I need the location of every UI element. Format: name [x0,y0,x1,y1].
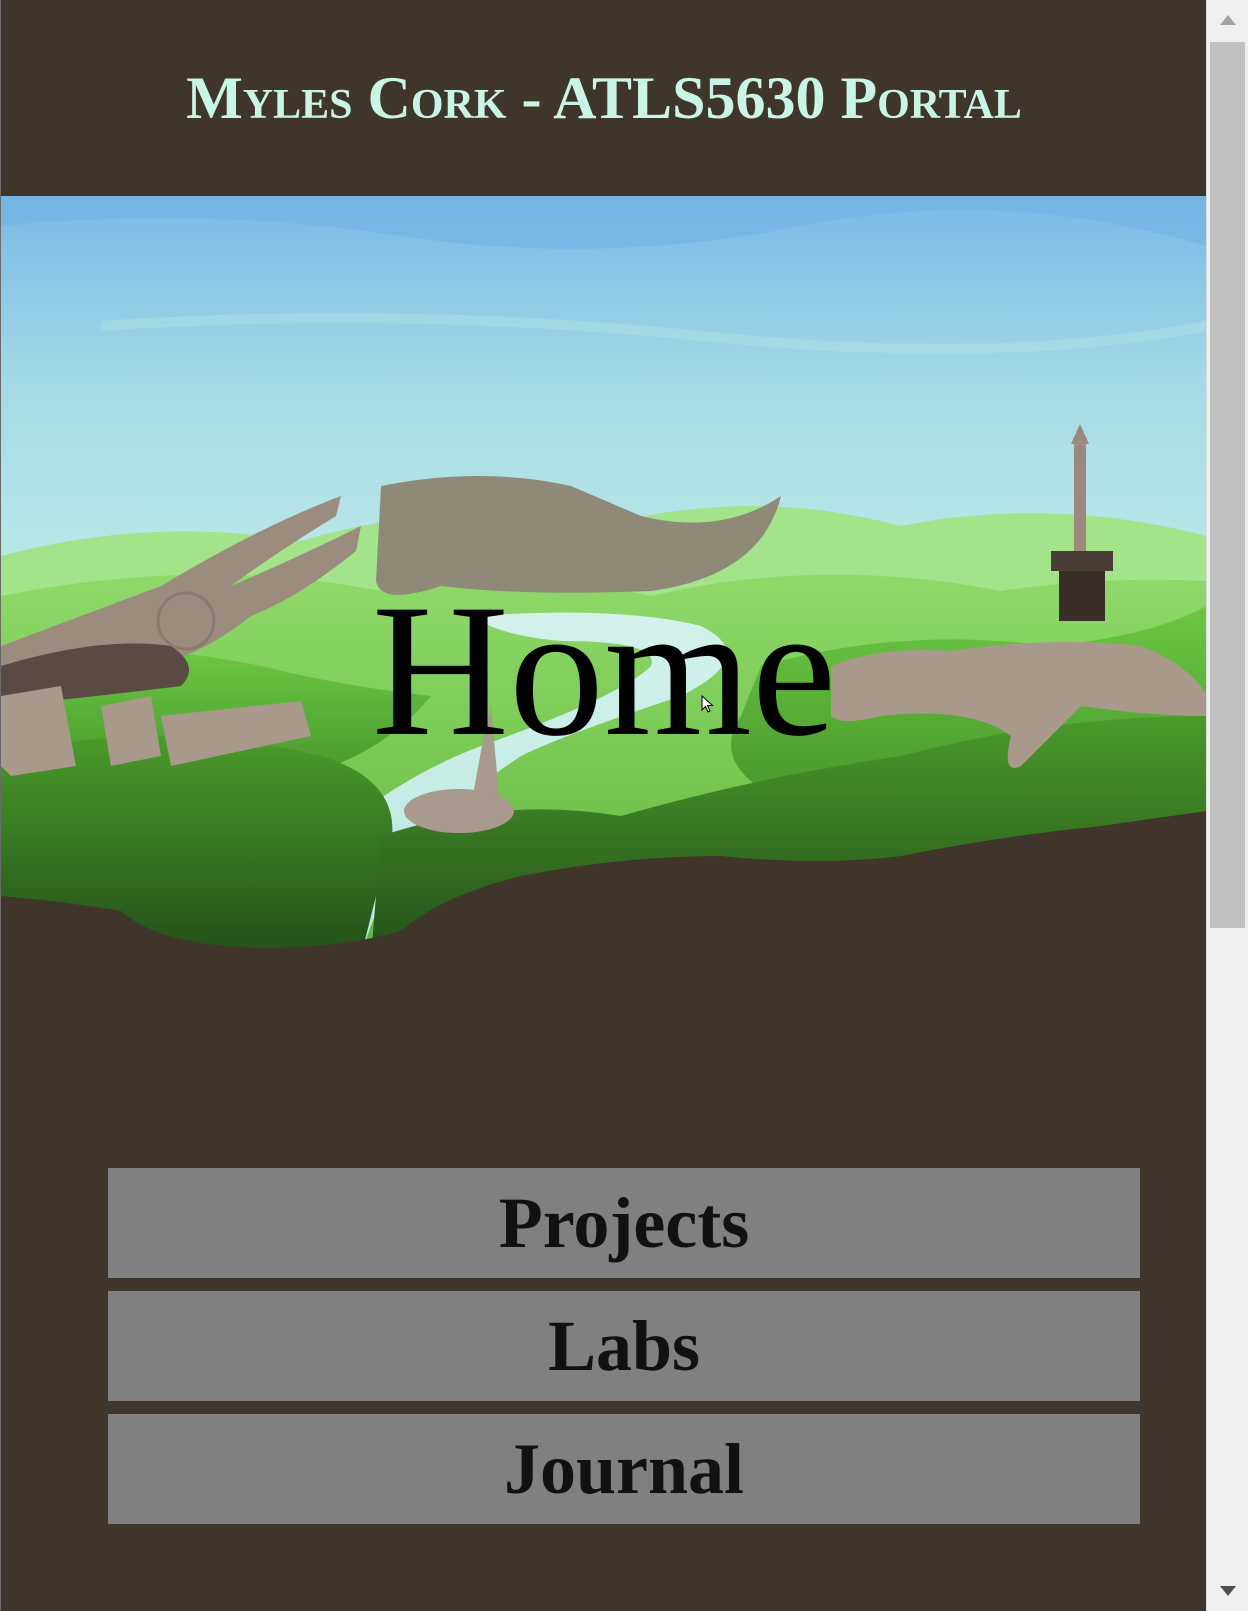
main-navigation: Projects Labs Journal [108,1168,1140,1537]
projects-button[interactable]: Projects [108,1168,1140,1278]
site-title: Myles Cork - ATLS5630 Portal [186,64,1022,131]
site-header: Myles Cork - ATLS5630 Portal [1,0,1206,196]
page-viewport: Myles Cork - ATLS5630 Portal Home Projec… [0,0,1206,1611]
journal-button[interactable]: Journal [108,1414,1140,1524]
scrollbar-thumb[interactable] [1210,42,1245,928]
vertical-scrollbar[interactable] [1206,0,1248,1611]
labs-button[interactable]: Labs [108,1291,1140,1401]
hero-banner: Home [1,196,1206,976]
hero-heading: Home [371,566,837,776]
triangle-up-icon[interactable] [1207,0,1248,40]
triangle-down-icon[interactable] [1207,1571,1248,1611]
mouse-cursor-icon [701,695,714,713]
